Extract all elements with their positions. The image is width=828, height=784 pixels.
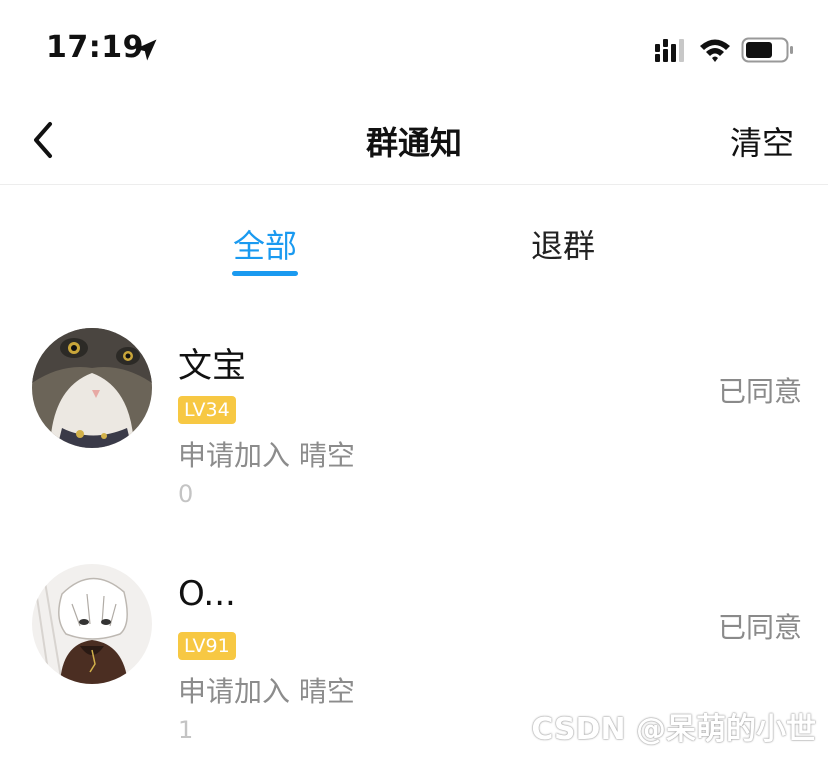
- navigation-bar: 群通知 清空: [0, 96, 828, 185]
- tab-quit-group[interactable]: 退群: [530, 221, 596, 267]
- active-tab-indicator: [232, 271, 298, 276]
- status-time: 17:19: [46, 30, 144, 65]
- notice-item[interactable]: 文宝 LV34 申请加入 晴空 0 已同意: [0, 328, 828, 548]
- request-text: 申请加入 晴空: [178, 675, 355, 708]
- anime-avatar-image: [32, 564, 152, 684]
- level-badge: LV34: [178, 396, 236, 424]
- notice-extra-value: 0: [178, 480, 194, 508]
- cellular-signal-icon: [655, 39, 684, 62]
- request-text: 申请加入 晴空: [178, 439, 355, 472]
- battery-icon: [741, 37, 793, 63]
- avatar[interactable]: [32, 564, 152, 684]
- clear-button[interactable]: 清空: [730, 118, 794, 164]
- location-arrow-icon: [135, 39, 157, 61]
- notice-tabs: 全部 退群: [0, 185, 828, 285]
- member-name: 文宝: [178, 346, 246, 386]
- avatar[interactable]: [32, 328, 152, 448]
- notice-item[interactable]: O... LV91 申请加入 晴空 1 已同意: [0, 564, 828, 784]
- member-name: O...: [178, 574, 236, 614]
- level-badge: LV91: [178, 632, 236, 660]
- tab-all[interactable]: 全部: [232, 221, 298, 267]
- cat-avatar-image: [32, 328, 152, 448]
- status-bar: 17:19: [0, 0, 828, 90]
- wifi-icon: [700, 39, 730, 62]
- approval-status: 已同意: [717, 375, 802, 408]
- page-title: 群通知: [365, 124, 462, 162]
- approval-status: 已同意: [717, 611, 802, 644]
- watermark: CSDN @呆萌的小世: [531, 712, 816, 747]
- notice-extra-value: 1: [178, 716, 194, 744]
